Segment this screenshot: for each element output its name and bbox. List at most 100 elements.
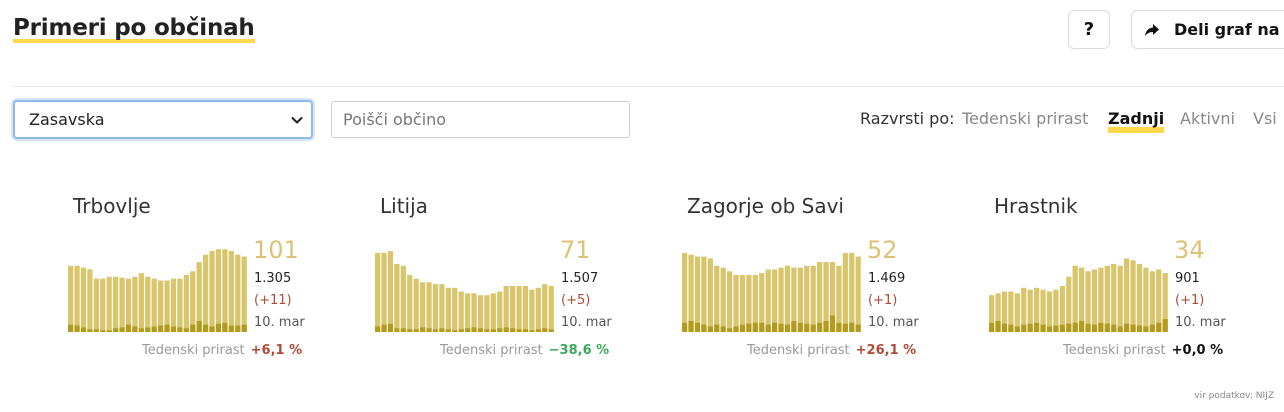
new-cases-bar <box>68 324 74 332</box>
new-cases-bar <box>727 328 733 332</box>
active-cases-bar <box>119 277 125 332</box>
total-cases-value: 1.507 <box>561 271 599 286</box>
sort-option-all[interactable]: Vsi <box>1253 109 1277 133</box>
region-select-value: Zasavska <box>29 110 105 129</box>
help-button[interactable]: ? <box>1068 10 1110 49</box>
new-cases-bar <box>222 322 228 332</box>
active-cases-bar <box>765 269 771 332</box>
new-cases-bar <box>810 324 816 332</box>
new-cases-bar <box>842 323 848 332</box>
active-cases-bar <box>842 252 848 332</box>
new-cases-bar <box>1124 323 1130 332</box>
active-cases-bar <box>810 265 816 332</box>
active-cases-bar <box>497 291 503 332</box>
active-cases-bar <box>1156 269 1162 332</box>
municipality-name: Litija <box>380 194 428 218</box>
active-cases-bar <box>465 293 471 332</box>
new-cases-bar <box>1130 324 1136 332</box>
last-update-date: 10. mar <box>254 315 305 330</box>
weekly-growth-row: Tedenski prirast +0,0 % <box>1063 343 1223 358</box>
active-cases-bar <box>817 262 823 332</box>
active-cases-bar <box>113 276 119 332</box>
active-cases-bar <box>170 278 177 332</box>
active-cases-bar <box>87 269 93 332</box>
municipality-card[interactable]: Litija 71 1.507 (+5) 10. mar Tedenski pr… <box>375 190 640 370</box>
new-cases-bar <box>836 322 842 332</box>
active-cases-bar <box>701 256 707 332</box>
region-select[interactable]: Zasavska <box>13 100 313 139</box>
new-cases-bar <box>1136 325 1143 332</box>
active-cases-bar <box>413 278 419 332</box>
new-cases-bar <box>1143 326 1149 332</box>
new-cases-bar <box>682 322 688 332</box>
municipality-card[interactable]: Zagorje ob Savi 52 1.469 (+1) 10. mar Te… <box>682 190 947 370</box>
daily-change-value: (+1) <box>868 293 898 308</box>
sort-option-weekly-growth[interactable]: Tedenski prirast <box>962 109 1088 133</box>
active-cases-bar <box>855 256 861 332</box>
new-cases-bar <box>170 326 177 332</box>
new-cases-bar <box>445 329 451 332</box>
active-cases-bar <box>145 276 151 332</box>
sort-option-latest[interactable]: Zadnji <box>1108 109 1165 133</box>
new-cases-bar <box>1072 322 1078 332</box>
municipality-search-input[interactable] <box>331 101 630 138</box>
active-cases-bar <box>739 274 746 332</box>
active-cases-bar <box>797 267 803 332</box>
municipality-card[interactable]: Hrastnik 34 901 (+1) 10. mar Tedenski pr… <box>989 190 1254 370</box>
new-cases-bar <box>228 325 234 332</box>
new-cases-bar <box>1156 322 1162 332</box>
new-cases-bar <box>548 329 554 332</box>
new-cases-bar <box>190 324 196 332</box>
active-cases-bar <box>778 267 784 332</box>
active-cases-bar <box>426 282 432 332</box>
daily-change-value: (+5) <box>561 293 591 308</box>
weekly-growth-label: Tedenski prirast <box>747 343 850 358</box>
new-cases-bar <box>145 327 151 332</box>
active-cases-bar <box>151 278 157 332</box>
active-cases-bar <box>177 278 183 332</box>
active-cases-bar <box>1149 271 1155 332</box>
active-cases-bar <box>1143 267 1149 332</box>
active-cases-bar <box>471 293 477 332</box>
active-cases-bar <box>490 293 496 332</box>
new-cases-bar <box>420 327 426 332</box>
active-cases-bar <box>484 295 490 332</box>
municipality-card[interactable]: Trbovlje 101 1.305 (+11) 10. mar Tedensk… <box>68 190 333 370</box>
new-cases-bar <box>995 320 1001 332</box>
new-cases-bar <box>701 324 707 332</box>
municipality-name: Hrastnik <box>994 194 1078 218</box>
active-cases-bar <box>516 286 522 332</box>
active-cases-bar <box>522 286 529 332</box>
active-cases-bar <box>235 254 241 332</box>
share-button[interactable]: Deli graf na <box>1131 10 1284 49</box>
sort-label: Razvrsti po: <box>860 109 955 128</box>
new-cases-bar <box>400 328 406 332</box>
new-cases-bar <box>752 322 758 332</box>
active-cases-bar <box>100 278 106 332</box>
weekly-growth-value: −38,6 % <box>548 343 610 358</box>
active-cases-bar <box>138 273 144 332</box>
new-cases-bar <box>381 324 387 332</box>
active-cases-bar <box>1014 293 1020 332</box>
chevron-down-icon <box>291 117 303 124</box>
active-cases-bar <box>707 258 713 332</box>
new-cases-bar <box>241 324 247 332</box>
weekly-growth-value: +26,1 % <box>855 343 917 358</box>
new-cases-bar <box>407 329 413 332</box>
sort-option-active[interactable]: Aktivni <box>1180 109 1235 133</box>
new-cases-bar <box>1149 324 1155 332</box>
new-cases-bar <box>739 324 746 332</box>
last-update-date: 10. mar <box>868 315 919 330</box>
weekly-growth-row: Tedenski prirast +6,1 % <box>142 343 302 358</box>
new-cases-bar <box>1085 323 1091 332</box>
active-cases-bar <box>784 265 791 332</box>
active-cases-bar <box>535 287 541 332</box>
active-cases-bar <box>420 282 426 332</box>
share-arrow-icon <box>1145 23 1159 36</box>
active-cases-bar <box>1072 265 1078 332</box>
weekly-growth-row: Tedenski prirast −38,6 % <box>440 343 609 358</box>
new-cases-bar <box>1066 323 1072 332</box>
new-cases-bar <box>823 320 829 332</box>
active-cases-bar <box>733 274 739 332</box>
new-cases-bar <box>484 329 490 332</box>
